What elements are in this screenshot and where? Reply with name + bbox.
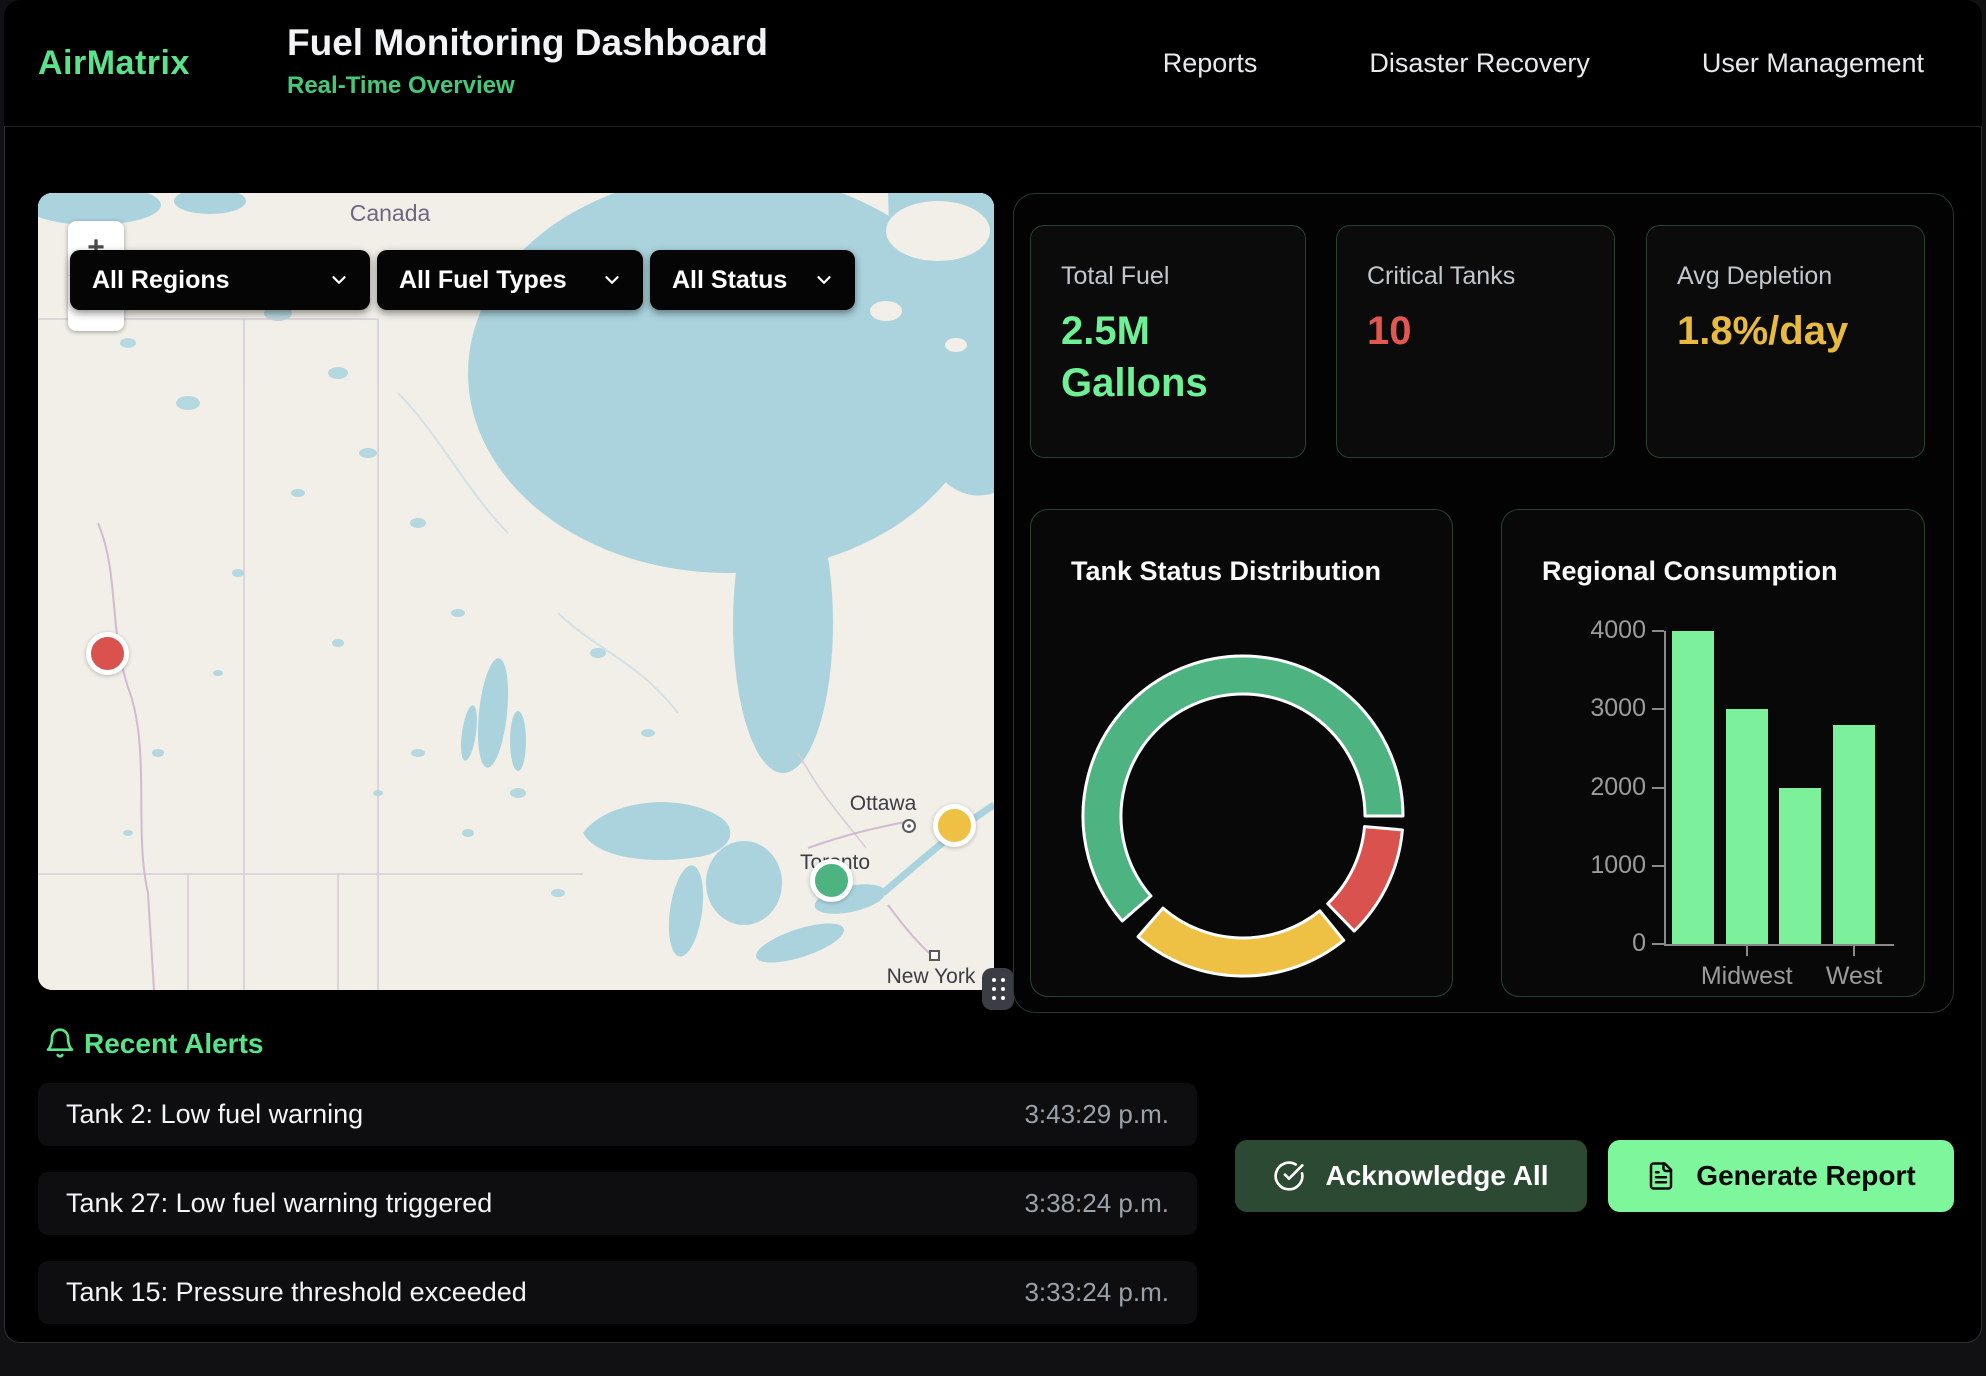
dashboard-root: AirMatrix Fuel Monitoring Dashboard Real… [0, 0, 1986, 1376]
fuel-type-filter-label: All Fuel Types [399, 266, 567, 295]
new-york-town-dot [930, 951, 939, 960]
y-tick-label: 2000 [1536, 773, 1646, 802]
x-tick-label: West [1784, 962, 1924, 991]
map-marker-critical[interactable] [86, 632, 129, 675]
alert-row[interactable]: Tank 15: Pressure threshold exceeded 3:3… [38, 1261, 1197, 1324]
x-tick [1853, 946, 1855, 956]
stat-card-avg-depletion: Avg Depletion 1.8%/​day [1646, 225, 1925, 458]
x-axis [1664, 944, 1894, 946]
stat-value: 2.5M Gallons [1061, 305, 1277, 409]
alert-timestamp: 3:38:24 p.m. [1024, 1188, 1169, 1219]
stat-label: Avg Depletion [1677, 262, 1896, 291]
y-tick-label: 0 [1536, 929, 1646, 958]
file-text-icon [1646, 1161, 1676, 1191]
y-tick-label: 3000 [1536, 694, 1646, 723]
map-label-new-york: New York [887, 965, 976, 988]
alert-timestamp: 3:43:29 p.m. [1024, 1099, 1169, 1130]
chevron-down-icon [813, 269, 835, 291]
stat-label: Critical Tanks [1367, 262, 1586, 291]
chevron-down-icon [601, 269, 623, 291]
header: AirMatrix Fuel Monitoring Dashboard Real… [4, 0, 1982, 127]
alerts-section-title: Recent Alerts [84, 1028, 263, 1060]
region-filter-dropdown[interactable]: All Regions [70, 250, 370, 310]
map-filters: All Regions All Fuel Types All Status [70, 250, 855, 310]
status-filter-label: All Status [672, 266, 787, 295]
bar-2 [1779, 788, 1821, 945]
bar-0 [1672, 631, 1714, 944]
y-axis [1664, 631, 1666, 946]
nav-reports[interactable]: Reports [1163, 48, 1258, 79]
donut-segment-yellow [1138, 908, 1344, 976]
alert-timestamp: 3:33:24 p.m. [1024, 1277, 1169, 1308]
alert-row[interactable]: Tank 2: Low fuel warning 3:43:29 p.m. [38, 1083, 1197, 1146]
regional-consumption-chart-card: Regional Consumption 01000200030004000Mi… [1501, 509, 1925, 997]
page-title: Fuel Monitoring Dashboard [287, 22, 768, 64]
map-label-ottawa: Ottawa [850, 792, 917, 815]
fuel-type-filter-dropdown[interactable]: All Fuel Types [377, 250, 643, 310]
title-block: Fuel Monitoring Dashboard Real-Time Over… [287, 22, 768, 100]
map-marker-normal[interactable] [810, 859, 853, 902]
regional-consumption-bar-chart: 01000200030004000MidwestWest [1502, 510, 1926, 998]
donut-segment-red [1328, 827, 1403, 931]
check-circle-icon [1273, 1160, 1305, 1192]
page-subtitle: Real-Time Overview [287, 72, 768, 100]
chevron-down-icon [328, 269, 350, 291]
stat-card-total-fuel: Total Fuel 2.5M Gallons [1030, 225, 1306, 458]
y-tick-label: 1000 [1536, 851, 1646, 880]
map-marker-warning[interactable] [933, 804, 976, 847]
y-tick-label: 4000 [1536, 616, 1646, 645]
y-tick [1652, 708, 1664, 710]
generate-report-label: Generate Report [1696, 1160, 1915, 1192]
main-nav: Reports Disaster Recovery User Managemen… [1163, 0, 1924, 127]
stat-value: 10 [1367, 305, 1586, 357]
nav-user-management[interactable]: User Management [1702, 48, 1924, 79]
x-tick [1746, 946, 1748, 956]
region-filter-label: All Regions [92, 266, 230, 295]
stat-label: Total Fuel [1061, 262, 1277, 291]
alert-row[interactable]: Tank 27: Low fuel warning triggered 3:38… [38, 1172, 1197, 1235]
bell-icon [44, 1026, 76, 1060]
y-tick [1652, 865, 1664, 867]
nav-disaster-recovery[interactable]: Disaster Recovery [1369, 48, 1590, 79]
generate-report-button[interactable]: Generate Report [1608, 1140, 1954, 1212]
y-tick [1652, 787, 1664, 789]
bar-3 [1833, 725, 1875, 944]
map-label-canada: Canada [350, 200, 431, 226]
y-tick [1652, 630, 1664, 632]
bar-1 [1726, 709, 1768, 944]
brand-logo: AirMatrix [38, 44, 190, 83]
alert-message: Tank 15: Pressure threshold exceeded [66, 1277, 527, 1308]
acknowledge-all-label: Acknowledge All [1325, 1160, 1548, 1192]
alert-message: Tank 2: Low fuel warning [66, 1099, 363, 1130]
status-filter-dropdown[interactable]: All Status [650, 250, 855, 310]
y-tick [1652, 943, 1664, 945]
alert-message: Tank 27: Low fuel warning triggered [66, 1188, 492, 1219]
tank-status-donut-chart [1031, 510, 1454, 998]
stat-value: 1.8%/​day [1677, 305, 1896, 357]
stat-card-critical-tanks: Critical Tanks 10 [1336, 225, 1615, 458]
map-resize-handle[interactable] [982, 968, 1014, 1010]
tank-status-chart-card: Tank Status Distribution [1030, 509, 1453, 997]
map-panel[interactable]: Canada Ottawa Toronto New York + − All R… [38, 193, 994, 990]
acknowledge-all-button[interactable]: Acknowledge All [1235, 1140, 1587, 1212]
